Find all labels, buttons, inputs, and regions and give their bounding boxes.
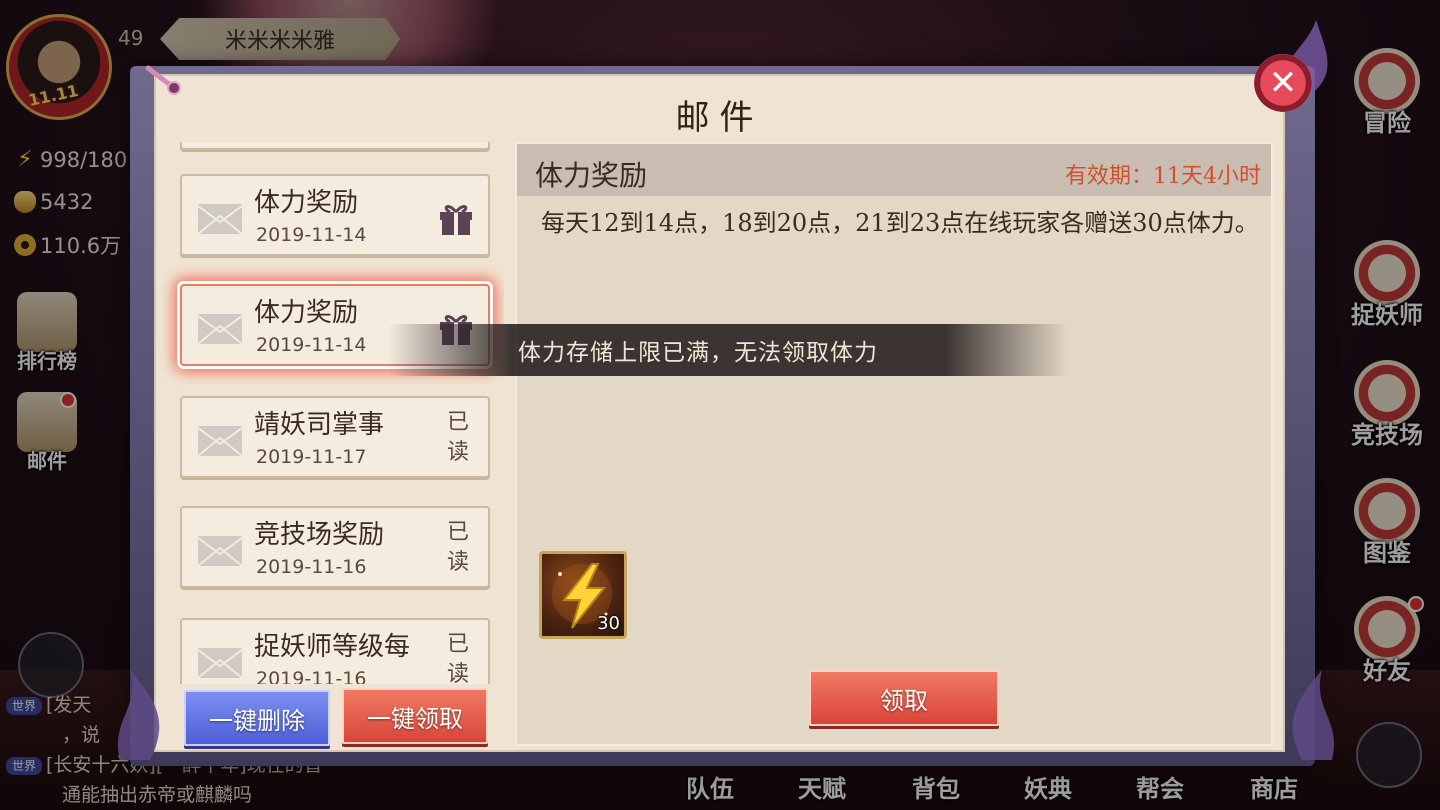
validity: 有效期：11天4小时 [1065, 158, 1261, 190]
mail-subject: 靖妖司掌事 [254, 410, 385, 440]
toast-text: 体力存储上限已满，无法领取体力 [518, 340, 878, 366]
mail-item[interactable]: 体力奖励 2019-11-14 [180, 174, 490, 256]
claim-button[interactable]: 领取 [809, 670, 999, 726]
mail-date: 2019-11-17 [256, 446, 367, 468]
detail-header: 体力奖励 有效期：11天4小时 [517, 144, 1271, 196]
read-status: 已读 [446, 520, 469, 575]
mail-subject: 体力奖励 [254, 298, 359, 328]
validity-label: 有效期： [1064, 164, 1153, 189]
close-icon: ✕ [1268, 63, 1298, 103]
read-status: 已读 [446, 410, 469, 465]
list-item[interactable] [180, 142, 490, 150]
reward-item[interactable]: 30 [539, 551, 627, 639]
dialog-title: 邮件 [675, 98, 764, 138]
claim-all-button[interactable]: 一键领取 [342, 688, 488, 744]
envelope-icon [197, 204, 243, 235]
mail-date: 2019-11-16 [256, 556, 367, 578]
gift-icon [440, 205, 472, 235]
mail-subject: 捉妖师等级每 [254, 632, 411, 662]
detail-title: 体力奖励 [535, 159, 648, 192]
mail-date: 2019-11-14 [256, 334, 367, 356]
close-button[interactable]: ✕ [1254, 54, 1312, 112]
mail-body: 每天12到14点，18到20点，21到23点在线玩家各赠送30点体力。 [541, 209, 1259, 237]
toast-message: 体力存储上限已满，无法领取体力 [388, 324, 1068, 376]
mail-item[interactable]: 靖妖司掌事 2019-11-17 已读 [180, 396, 490, 478]
mail-date: 2019-11-16 [256, 668, 367, 684]
pin-icon [145, 65, 181, 95]
mail-item[interactable]: 捉妖师等级每 2019-11-16 已读 [180, 618, 490, 684]
mail-list[interactable]: 体力奖励 2019-11-14 体力奖励 2019-11-14 靖妖司掌事 20… [156, 142, 504, 684]
read-status: 已读 [446, 632, 469, 684]
mail-item[interactable]: 竞技场奖励 2019-11-16 已读 [180, 506, 490, 588]
mail-subject: 体力奖励 [254, 188, 359, 218]
envelope-icon [197, 648, 243, 679]
reward-quantity: 30 [597, 613, 620, 634]
envelope-icon [197, 536, 243, 567]
flame-ornament-icon [1292, 670, 1335, 760]
delete-all-button[interactable]: 一键删除 [184, 690, 330, 746]
mail-subject: 竞技场奖励 [254, 520, 385, 550]
mail-detail: 体力奖励 有效期：11天4小时 每天12到14点，18到20点，21到23点在线… [515, 142, 1273, 746]
mail-date: 2019-11-14 [256, 224, 367, 246]
validity-value: 11天4小时 [1153, 164, 1261, 189]
envelope-icon [197, 314, 243, 345]
envelope-icon [197, 426, 243, 457]
